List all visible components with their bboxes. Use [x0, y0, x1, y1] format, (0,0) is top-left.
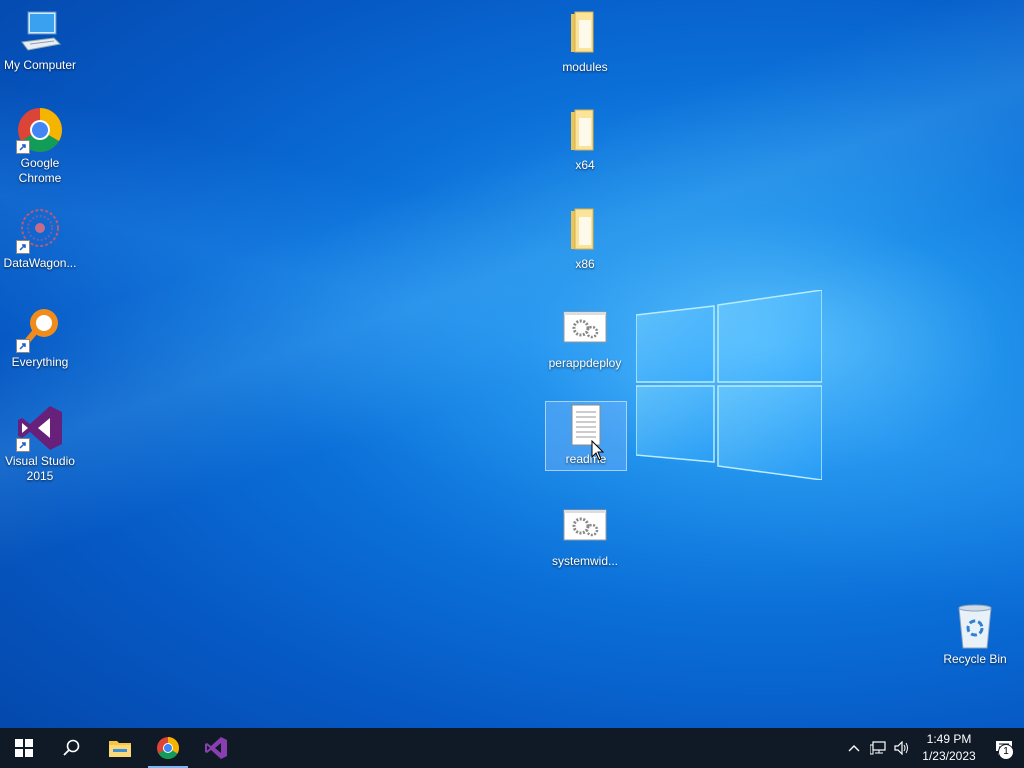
- desktop-icon-perappdeploy[interactable]: perappdeploy: [545, 306, 625, 371]
- desktop-icon-x64-folder[interactable]: x64: [545, 108, 625, 173]
- icon-label: My Computer: [3, 58, 77, 72]
- search-button[interactable]: [48, 728, 96, 768]
- visual-studio-icon: [205, 737, 227, 759]
- icon-label: Visual Studio 2015: [5, 454, 75, 483]
- clock-date: 1/23/2023: [922, 749, 976, 763]
- visual-studio-taskbar-button[interactable]: [192, 728, 240, 768]
- icon-label: systemwid...: [551, 554, 618, 568]
- visual-studio-icon: [16, 404, 64, 452]
- settings-file-icon: [561, 306, 609, 354]
- computer-icon: [16, 8, 64, 56]
- chrome-icon: [16, 106, 64, 154]
- network-button[interactable]: [866, 728, 890, 768]
- desktop-icon-x86-folder[interactable]: x86: [545, 207, 625, 272]
- desktop-icon-systemwide[interactable]: systemwid...: [545, 504, 625, 569]
- desktop-icon-modules-folder[interactable]: modules: [545, 10, 625, 75]
- icon-label: x64: [575, 158, 595, 172]
- shortcut-arrow-icon: [16, 339, 30, 353]
- icon-label: Recycle Bin: [943, 652, 1007, 666]
- desktop-icon-google-chrome[interactable]: Google Chrome: [0, 106, 80, 186]
- desktop-icon-my-computer[interactable]: My Computer: [0, 8, 80, 73]
- show-hidden-icons-button[interactable]: [842, 728, 866, 768]
- search-icon: [63, 739, 80, 756]
- settings-file-icon: [561, 504, 609, 552]
- mouse-cursor-icon: [591, 440, 605, 461]
- start-icon: [15, 739, 33, 757]
- shortcut-arrow-icon: [16, 140, 30, 154]
- desktop-icon-readme[interactable]: readme: [545, 401, 627, 471]
- desktop-icon-datawagon[interactable]: DataWagon...: [0, 206, 80, 271]
- speaker-icon: [894, 741, 908, 755]
- icon-label: Google Chrome: [18, 156, 62, 185]
- desktop-icon-visual-studio[interactable]: Visual Studio 2015: [0, 404, 80, 484]
- icon-label: modules: [562, 60, 608, 74]
- network-icon: [870, 741, 886, 755]
- icon-label: x86: [575, 257, 595, 271]
- shortcut-arrow-icon: [16, 438, 30, 452]
- chevron-up-icon: [848, 745, 860, 752]
- file-explorer-icon: [109, 741, 131, 757]
- chrome-taskbar-button[interactable]: [144, 728, 192, 768]
- icon-label: perappdeploy: [548, 356, 622, 370]
- shortcut-arrow-icon: [16, 240, 30, 254]
- clock-time: 1:49 PM: [926, 732, 972, 746]
- datawagon-icon: [16, 206, 64, 254]
- recycle-bin-icon: [951, 602, 999, 650]
- icon-label: Everything: [11, 355, 69, 369]
- icon-label: DataWagon...: [3, 256, 77, 270]
- start-button[interactable]: [0, 728, 48, 768]
- wallpaper-light-beam: [0, 0, 1024, 768]
- chrome-icon: [157, 737, 179, 759]
- system-tray: 1:49 PM 1/23/2023 1: [842, 728, 1024, 768]
- folder-icon: [561, 207, 609, 255]
- desktop-icon-everything[interactable]: Everything: [0, 305, 80, 370]
- action-center-button[interactable]: 1: [984, 728, 1024, 768]
- volume-button[interactable]: [890, 728, 914, 768]
- file-explorer-button[interactable]: [96, 728, 144, 768]
- everything-icon: [16, 305, 64, 353]
- icon-label: readme: [565, 452, 607, 466]
- notification-badge: 1: [998, 744, 1014, 760]
- desktop-icon-recycle-bin[interactable]: Recycle Bin: [935, 602, 1015, 667]
- taskbar: 1:49 PM 1/23/2023 1: [0, 728, 1024, 768]
- windows-logo-wallpaper: [636, 290, 822, 480]
- folder-icon: [561, 10, 609, 58]
- wallpaper-light-beam: [0, 0, 1024, 768]
- clock[interactable]: 1:49 PM 1/23/2023: [914, 731, 984, 765]
- folder-icon: [561, 108, 609, 156]
